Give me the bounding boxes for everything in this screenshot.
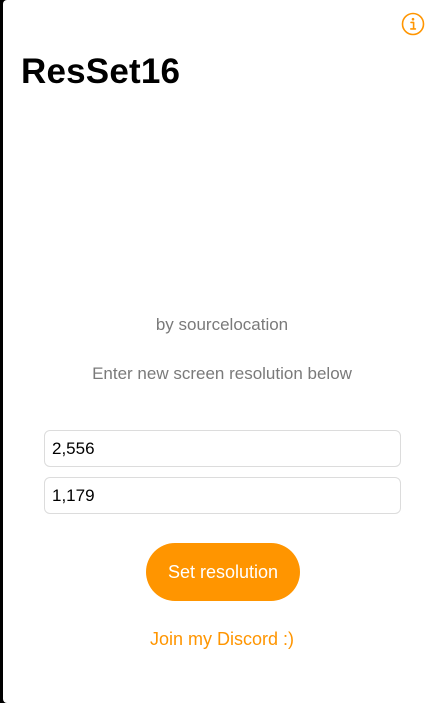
info-button[interactable] [401, 12, 425, 36]
discord-link[interactable]: Join my Discord :) [3, 629, 441, 650]
app-screen: ResSet16 by sourcelocation Enter new scr… [3, 0, 441, 703]
app-title: ResSet16 [21, 52, 181, 91]
author-credit: by sourcelocation [155, 315, 289, 334]
instructions-text: Enter new screen resolution below [92, 364, 352, 383]
info-circle-icon [401, 12, 425, 36]
width-field[interactable] [44, 430, 401, 467]
set-resolution-button[interactable]: Set resolution [146, 543, 300, 601]
height-field[interactable] [44, 477, 401, 514]
